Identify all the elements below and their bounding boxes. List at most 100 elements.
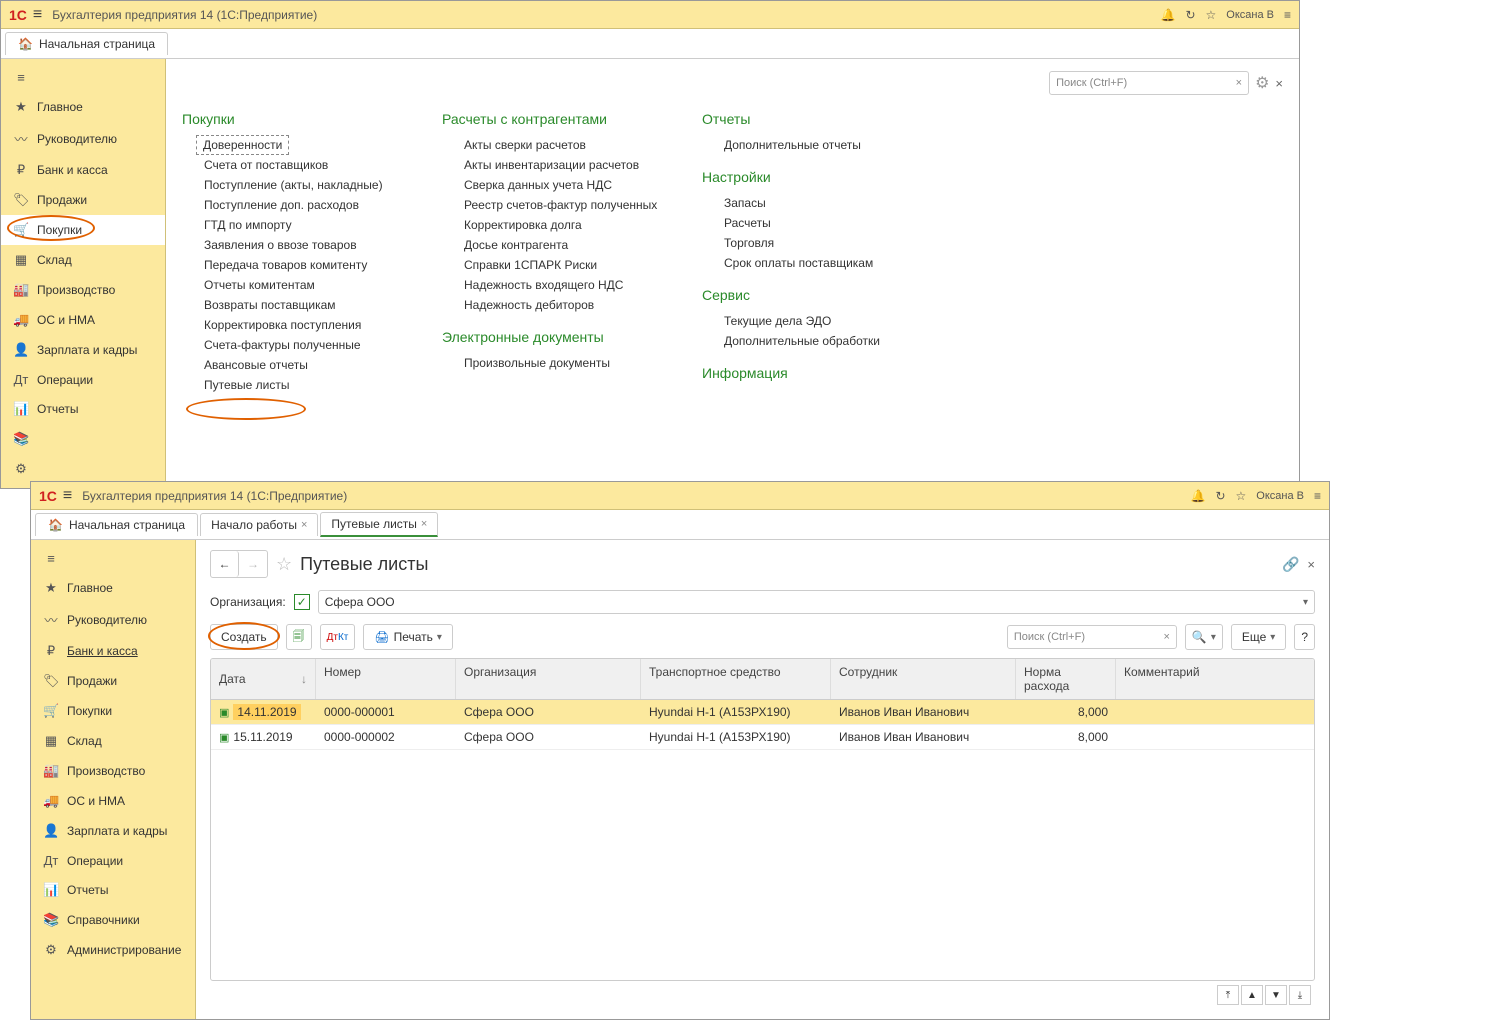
sidebar-item-operations[interactable]: ДтОперации — [1, 365, 165, 394]
table-row[interactable]: ▣15.11.2019 0000-000002 Сфера ООО Hyunda… — [211, 725, 1314, 750]
sidebar-toggle[interactable]: ≡ — [1, 63, 165, 92]
scroll-down-button[interactable]: ▼ — [1265, 985, 1287, 1005]
close-icon[interactable]: × — [1307, 557, 1315, 572]
history-icon[interactable]: ↻ — [1185, 8, 1195, 22]
org-checkbox[interactable]: ✓ — [294, 594, 310, 610]
menu-item[interactable]: Счета-фактуры полученные — [200, 335, 402, 355]
sidebar-item-production[interactable]: 🏭Производство — [31, 756, 195, 786]
table-search-input[interactable]: Поиск (Ctrl+F) × — [1007, 625, 1177, 649]
back-button[interactable]: ← — [211, 551, 239, 577]
menu-item[interactable]: Отчеты комитентам — [200, 275, 402, 295]
org-select[interactable]: Сфера ООО ▾ — [318, 590, 1315, 614]
menu-icon[interactable]: ≡ — [63, 487, 72, 505]
sidebar-item-purchases[interactable]: 🛒Покупки — [31, 696, 195, 726]
scroll-top-button[interactable]: ⤒ — [1217, 985, 1239, 1005]
close-icon[interactable]: × — [1275, 76, 1283, 91]
user-menu-icon[interactable]: ≡ — [1284, 8, 1291, 22]
menu-item[interactable]: ГТД по импорту — [200, 215, 402, 235]
sidebar-item-main[interactable]: ★Главное — [31, 573, 195, 603]
forward-button[interactable]: → — [239, 551, 267, 577]
menu-item[interactable]: Запасы — [720, 193, 922, 213]
th-date[interactable]: Дата↓ — [211, 659, 316, 699]
scroll-up-button[interactable]: ▲ — [1241, 985, 1263, 1005]
sidebar-item-assets[interactable]: 🚚ОС и НМА — [31, 786, 195, 816]
menu-item[interactable]: Передача товаров комитенту — [200, 255, 402, 275]
settings-icon[interactable]: ⚙ — [1255, 73, 1269, 93]
sidebar-item-reference[interactable]: 📚Справочники — [31, 905, 195, 935]
sidebar-item-main[interactable]: ★Главное — [1, 92, 165, 122]
sidebar-item-production[interactable]: 🏭Производство — [1, 275, 165, 305]
sidebar-item-hr[interactable]: 👤Зарплата и кадры — [31, 816, 195, 846]
menu-item[interactable]: Текущие дела ЭДО — [720, 311, 922, 331]
close-icon[interactable]: × — [421, 518, 427, 530]
favorite-icon[interactable]: ☆ — [276, 554, 292, 575]
menu-item[interactable]: Заявления о ввозе товаров — [200, 235, 402, 255]
sidebar-item-manager[interactable]: 〰Руководителю — [31, 603, 195, 636]
menu-item[interactable]: Дополнительные обработки — [720, 331, 922, 351]
search-input[interactable]: Поиск (Ctrl+F) × — [1049, 71, 1249, 95]
user-name[interactable]: Оксана В — [1226, 9, 1274, 21]
menu-item[interactable]: Акты инвентаризации расчетов — [460, 155, 662, 175]
menu-item[interactable]: Возвраты поставщикам — [200, 295, 402, 315]
sidebar-item-admin[interactable]: ⚙ — [1, 454, 165, 484]
sidebar-item-bank[interactable]: ₽Банк и касса — [1, 155, 165, 185]
help-button[interactable]: ? — [1294, 624, 1315, 650]
th-comment[interactable]: Комментарий — [1116, 659, 1314, 699]
menu-item[interactable]: Поступление (акты, накладные) — [200, 175, 402, 195]
sidebar-item-purchases[interactable]: 🛒Покупки — [1, 215, 165, 245]
menu-item[interactable]: Справки 1СПАРК Риски — [460, 255, 662, 275]
sidebar-item-hr[interactable]: 👤Зарплата и кадры — [1, 335, 165, 365]
menu-item[interactable]: Срок оплаты поставщикам — [720, 253, 922, 273]
menu-item[interactable]: Корректировка долга — [460, 215, 662, 235]
menu-item[interactable]: Корректировка поступления — [200, 315, 402, 335]
sidebar-item-operations[interactable]: ДтОперации — [31, 846, 195, 875]
table-row[interactable]: ▣14.11.2019 0000-000001 Сфера ООО Hyunda… — [211, 700, 1314, 725]
bell-icon[interactable]: 🔔 — [1161, 8, 1176, 22]
star-icon[interactable]: ☆ — [1206, 8, 1217, 22]
scroll-bottom-button[interactable]: ⤓ — [1289, 985, 1311, 1005]
sidebar-item-sales[interactable]: 🏷Продажи — [1, 185, 165, 215]
sidebar-item-bank[interactable]: ₽Банк и касса — [31, 636, 195, 666]
more-button[interactable]: Еще▾ — [1231, 624, 1286, 650]
close-icon[interactable]: × — [301, 519, 307, 531]
menu-item[interactable]: Авансовые отчеты — [200, 355, 402, 375]
search-button[interactable]: 🔍▾ — [1185, 624, 1223, 650]
th-organization[interactable]: Организация — [456, 659, 641, 699]
menu-item[interactable]: Произвольные документы — [460, 353, 662, 373]
clear-icon[interactable]: × — [1163, 631, 1169, 643]
tab-start[interactable]: Начало работы × — [200, 513, 318, 536]
menu-item[interactable]: Счета от поставщиков — [200, 155, 402, 175]
bell-icon[interactable]: 🔔 — [1191, 489, 1206, 503]
sidebar-item-admin[interactable]: ⚙Администрирование — [31, 935, 195, 965]
sidebar-item-reports[interactable]: 📊Отчеты — [1, 394, 165, 424]
sidebar-item-reports[interactable]: 📊Отчеты — [31, 875, 195, 905]
sidebar-item-reference[interactable]: 📚 — [1, 424, 165, 454]
menu-item[interactable]: Досье контрагента — [460, 235, 662, 255]
user-menu-icon[interactable]: ≡ — [1314, 489, 1321, 503]
tab-waybills[interactable]: Путевые листы × — [320, 512, 438, 537]
sidebar-item-manager[interactable]: 〰Руководителю — [1, 122, 165, 155]
menu-item[interactable]: Надежность дебиторов — [460, 295, 662, 315]
sidebar-toggle[interactable]: ≡ — [31, 544, 195, 573]
th-number[interactable]: Номер — [316, 659, 456, 699]
menu-item[interactable]: Поступление доп. расходов — [200, 195, 402, 215]
menu-item-waybills[interactable]: Путевые листы — [200, 375, 402, 395]
menu-item[interactable]: Дополнительные отчеты — [720, 135, 922, 155]
sidebar-item-sales[interactable]: 🏷Продажи — [31, 666, 195, 696]
sidebar-item-warehouse[interactable]: ▦Склад — [31, 726, 195, 756]
menu-item[interactable]: Сверка данных учета НДС — [460, 175, 662, 195]
sidebar-item-warehouse[interactable]: ▦Склад — [1, 245, 165, 275]
menu-item[interactable]: Акты сверки расчетов — [460, 135, 662, 155]
create-button[interactable]: Создать — [210, 624, 278, 650]
th-vehicle[interactable]: Транспортное средство — [641, 659, 831, 699]
th-employee[interactable]: Сотрудник — [831, 659, 1016, 699]
menu-item[interactable]: Надежность входящего НДС — [460, 275, 662, 295]
dtkt-button[interactable]: ДтКт — [320, 624, 356, 650]
sidebar-item-assets[interactable]: 🚚ОС и НМА — [1, 305, 165, 335]
menu-item[interactable]: Доверенности — [196, 135, 289, 155]
copy-button[interactable]: 🗐 — [286, 624, 312, 650]
link-icon[interactable]: 🔗 — [1282, 556, 1299, 573]
menu-icon[interactable]: ≡ — [33, 6, 42, 24]
clear-icon[interactable]: × — [1236, 77, 1242, 89]
home-tab[interactable]: 🏠 Начальная страница — [35, 513, 198, 536]
